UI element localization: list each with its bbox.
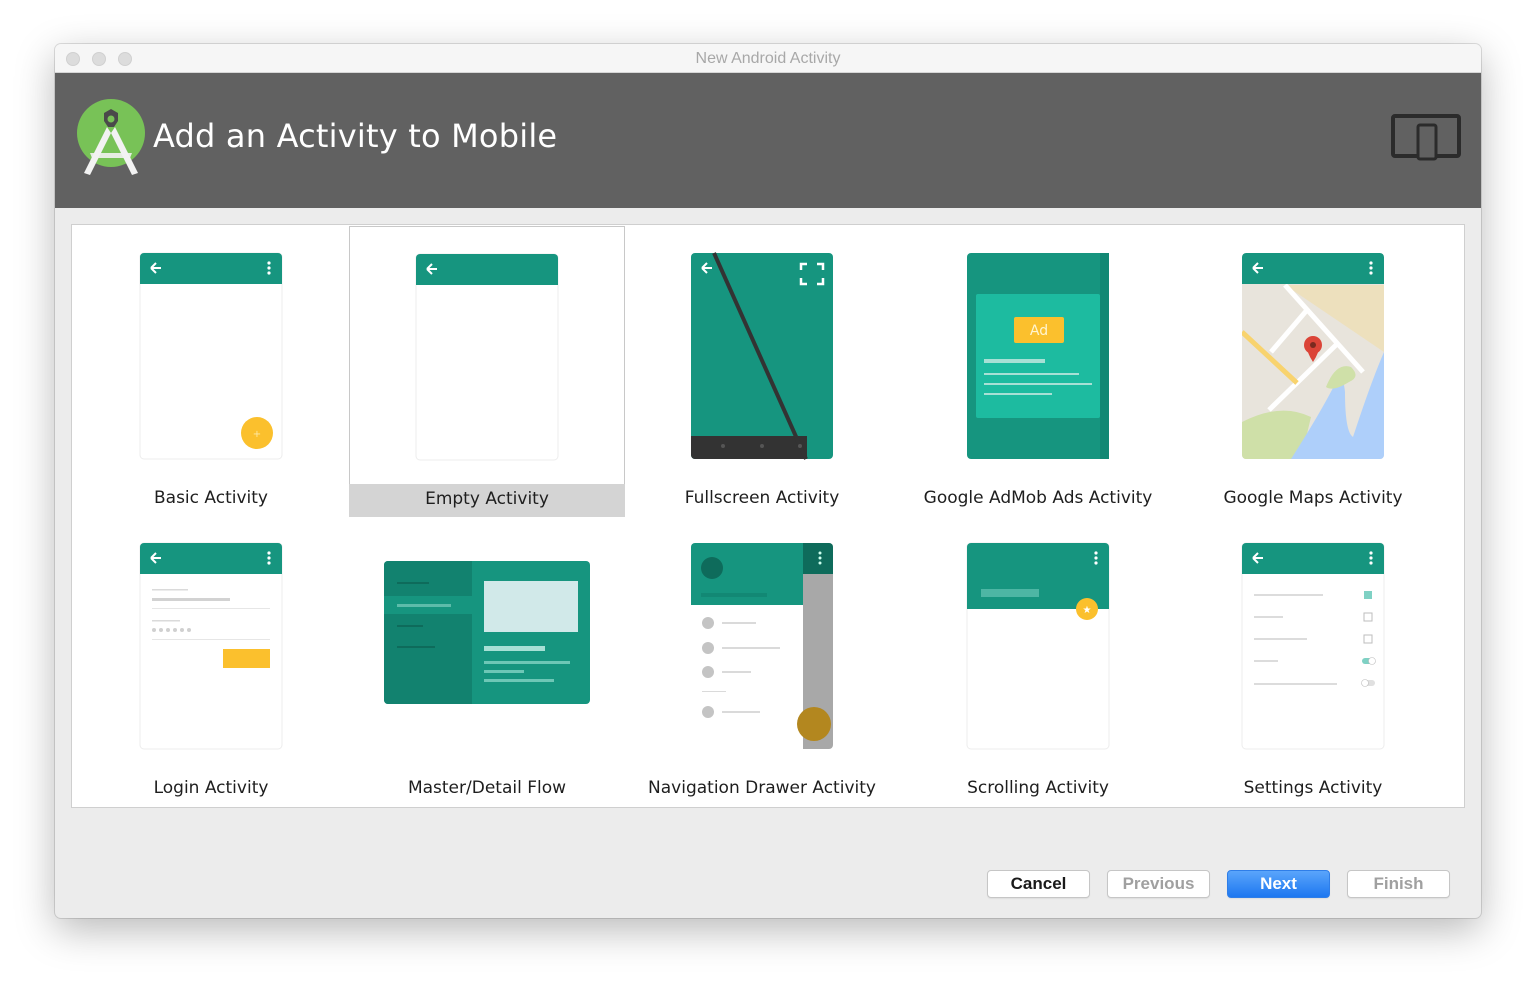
next-button[interactable]: Next (1227, 870, 1330, 898)
login-activity-preview-icon (139, 542, 283, 750)
activity-template-gallery: + Basic Activity Empty Activity Fullscre… (71, 224, 1465, 808)
previous-button[interactable]: Previous (1107, 870, 1210, 898)
empty-activity-preview-icon (415, 253, 559, 461)
svg-text:★: ★ (1083, 605, 1092, 616)
template-label: Empty Activity (425, 489, 549, 509)
template-label: Login Activity (153, 778, 269, 798)
template-label: Settings Activity (1243, 778, 1383, 798)
template-label: Fullscreen Activity (684, 488, 840, 508)
admob-ads-activity-preview-icon: Ad (967, 253, 1109, 459)
template-label: Basic Activity (154, 488, 268, 508)
window-title: New Android Activity (695, 50, 841, 67)
page-title: Add an Activity to Mobile (153, 117, 558, 155)
phone-tablet-icon (1391, 114, 1461, 161)
cancel-button[interactable]: Cancel (987, 870, 1090, 898)
google-maps-activity-preview-icon (1242, 253, 1384, 459)
template-label: Master/Detail Flow (407, 778, 567, 798)
wizard-header: Add an Activity to Mobile (55, 73, 1481, 208)
basic-activity-preview-icon: + (139, 252, 283, 460)
new-android-activity-dialog: New Android Activity Add an Activity to … (55, 44, 1481, 918)
template-empty-activity[interactable]: Empty Activity (349, 226, 625, 517)
template-master-detail-flow[interactable]: Master/Detail Flow (349, 516, 625, 806)
scrolling-activity-preview-icon: ★ (966, 542, 1110, 750)
svg-text:+: + (253, 429, 261, 440)
ad-badge: Ad (1030, 323, 1048, 339)
template-settings-activity[interactable]: Settings Activity (1175, 516, 1451, 806)
template-navigation-drawer-activity[interactable]: Navigation Drawer Activity (624, 516, 900, 806)
template-basic-activity[interactable]: + Basic Activity (73, 226, 349, 516)
template-scrolling-activity[interactable]: ★ Scrolling Activity (900, 516, 1176, 806)
template-login-activity[interactable]: Login Activity (73, 516, 349, 806)
template-fullscreen-activity[interactable]: Fullscreen Activity (624, 226, 900, 516)
title-bar: New Android Activity (55, 44, 1481, 73)
template-google-maps-activity[interactable]: Google Maps Activity (1175, 226, 1451, 516)
settings-activity-preview-icon (1241, 542, 1385, 750)
template-label: Scrolling Activity (967, 778, 1109, 798)
template-label: Google Maps Activity (1223, 488, 1403, 508)
template-label: Google AdMob Ads Activity (923, 488, 1153, 508)
navigation-drawer-activity-preview-icon (691, 543, 833, 749)
android-studio-logo-icon (77, 99, 145, 175)
master-detail-flow-preview-icon (384, 561, 590, 704)
fullscreen-activity-preview-icon (691, 252, 833, 460)
template-label: Navigation Drawer Activity (648, 778, 876, 798)
finish-button[interactable]: Finish (1347, 870, 1450, 898)
template-admob-ads-activity[interactable]: Ad Google AdMob Ads Activity (900, 226, 1176, 516)
